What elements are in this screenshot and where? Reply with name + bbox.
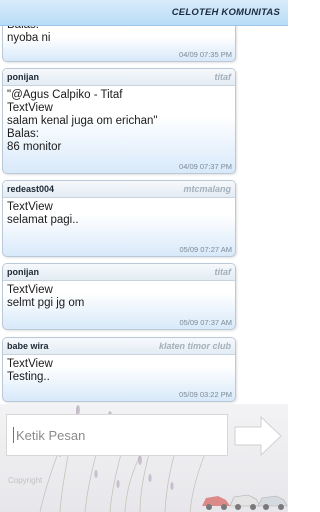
text-cursor [13,427,14,443]
message-sender[interactable]: ponijan [7,267,39,277]
message-placeholder: Ketik Pesan [16,427,86,443]
message-community: titaf [214,267,232,277]
message-sender[interactable]: ponijan [7,72,39,82]
message-card[interactable]: Balas: nyoba ni 04/09 07:35 PM [2,26,236,62]
message-text: TextView Testing.. [7,358,53,383]
message-community: mtcmalang [183,184,231,194]
message-time: 05/09 03:22 PM [179,390,232,399]
copyright-text: Copyright [8,476,43,485]
cars-logo [202,494,288,510]
message-time: 04/09 07:37 PM [179,162,232,171]
message-header: ponijan titaf [3,69,235,86]
message-input[interactable]: Ketik Pesan [6,414,228,456]
message-sender[interactable]: babe wira [7,341,49,351]
app-title: CELOTEH KOMUNITAS [171,7,280,18]
message-header: babe wira klaten timor club [3,338,235,355]
compose-area: Ketik Pesan Copyright [0,404,288,512]
message-time: 05/09 07:27 AM [179,245,232,254]
message-text: TextView selmt pgi jg om [7,284,85,309]
message-time: 05/09 07:37 AM [179,318,232,327]
message-community: titaf [214,72,232,82]
message-header: redeast004 mtcmalang [3,181,235,198]
message-header: ponijan titaf [3,264,235,281]
message-text: Balas: nyoba ni [7,26,51,44]
send-arrow-icon[interactable] [231,413,283,459]
app-title-bar: CELOTEH KOMUNITAS [0,0,288,26]
message-sender[interactable]: redeast004 [7,184,54,194]
message-card[interactable]: ponijan titaf TextView selmt pgi jg om 0… [2,263,236,330]
message-time: 04/09 07:35 PM [179,50,232,59]
message-card[interactable]: redeast004 mtcmalang TextView selamat pa… [2,180,236,257]
message-text: "@Agus Calpiko - Titaf TextView salam ke… [7,89,158,153]
message-card[interactable]: babe wira klaten timor club TextView Tes… [2,337,236,402]
message-text: TextView selamat pagi.. [7,201,79,226]
message-community: klaten timor club [158,341,231,351]
message-card[interactable]: ponijan titaf "@Agus Calpiko - Titaf Tex… [2,68,236,174]
message-feed[interactable]: Balas: nyoba ni 04/09 07:35 PM ponijan t… [0,26,288,404]
